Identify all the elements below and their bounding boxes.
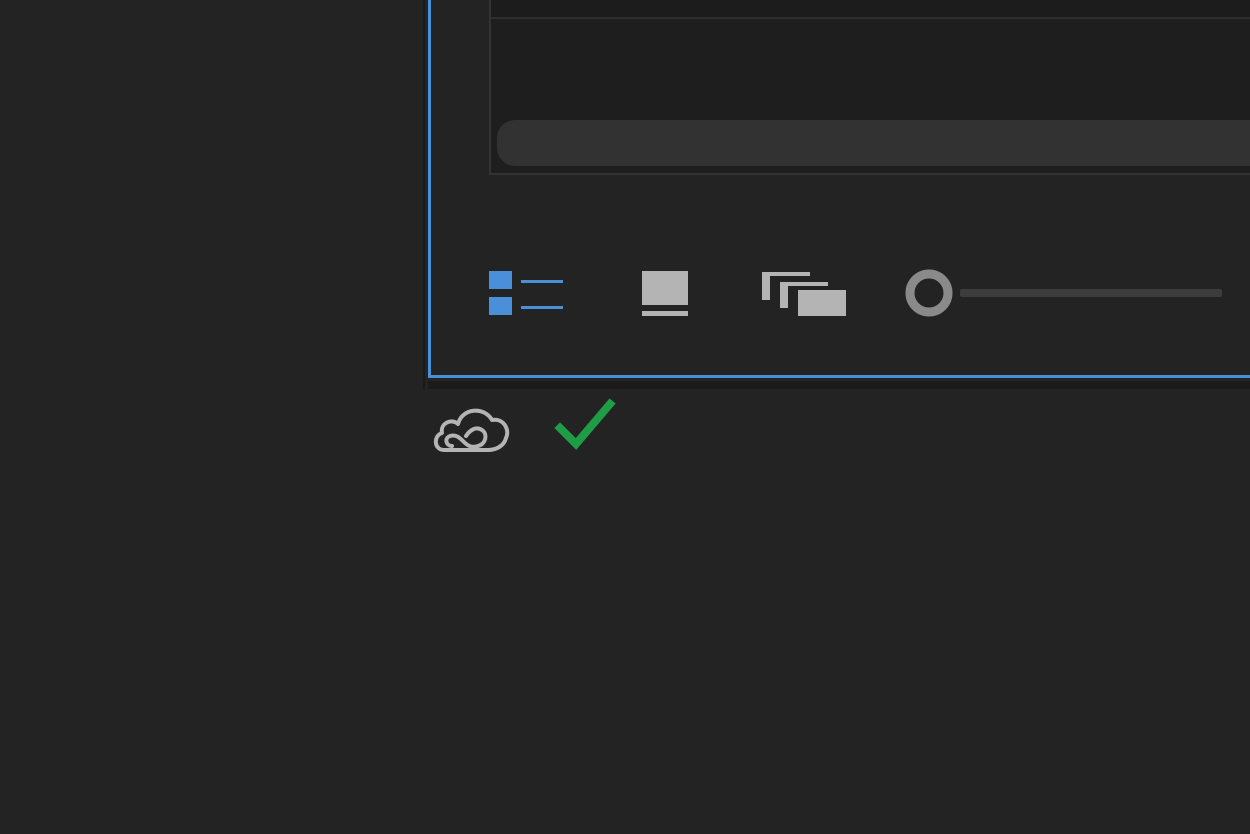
zoom-slider-handle-icon[interactable]: [905, 269, 953, 317]
panel-divider[interactable]: [423, 0, 425, 390]
checkmark-icon: [552, 398, 618, 454]
premiere-project-panel-screen: [0, 0, 1250, 834]
creative-cloud-icon[interactable]: [430, 400, 510, 460]
freeform-view-button[interactable]: [758, 266, 850, 320]
icon-view-button[interactable]: [638, 268, 692, 320]
horizontal-scrollbar[interactable]: [497, 120, 1250, 166]
list-view-button[interactable]: [486, 268, 566, 320]
zoom-slider[interactable]: [904, 268, 1224, 318]
zoom-slider-track[interactable]: [960, 289, 1222, 297]
table-row[interactable]: [491, 0, 1250, 19]
panel-bottom-edge: [428, 381, 1250, 389]
list-view-icon: [489, 271, 563, 315]
icon-view-icon: [642, 271, 688, 316]
freeform-view-icon: [762, 272, 846, 316]
